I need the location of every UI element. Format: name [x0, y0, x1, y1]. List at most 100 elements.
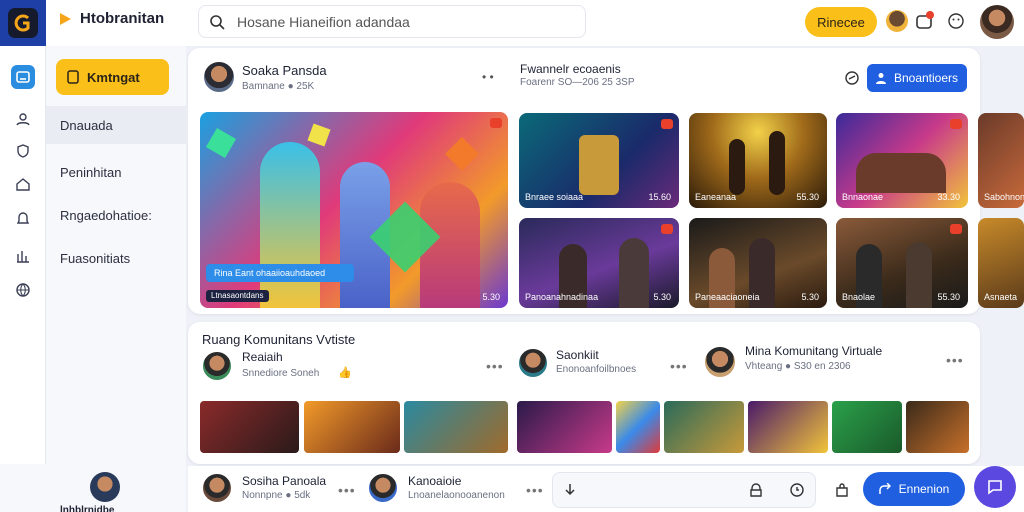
sidebar-profile-name: lnhblrnidbe	[60, 505, 115, 512]
bottom-more-1[interactable]: •••	[338, 482, 356, 498]
grid-thumb-2[interactable]: Eaneanaa 55.30	[689, 113, 827, 208]
creator-meta: Bamnane ● 25K	[242, 81, 315, 92]
bottom-user-name-2: Kanoaioie	[408, 474, 462, 488]
sidebar-item-4[interactable]: Fuasonitiats	[60, 251, 130, 266]
grid-caption-2: Eaneanaa	[695, 192, 737, 202]
search-icon	[210, 14, 225, 30]
grid-badge-7	[950, 224, 962, 234]
featured-tag: Ltnasaontdans	[206, 290, 269, 302]
strip-thumb-1[interactable]	[200, 401, 299, 453]
app-logo[interactable]	[0, 0, 46, 46]
strip-thumb-5[interactable]	[616, 401, 660, 453]
shield-icon[interactable]	[11, 139, 35, 163]
bell-icon[interactable]	[11, 206, 35, 230]
globe-icon[interactable]	[11, 278, 35, 302]
chat-fab[interactable]	[974, 466, 1016, 508]
member-avatar-3[interactable]	[703, 345, 737, 379]
grid-caption-5: Panoanahnadinaa	[525, 292, 599, 302]
bottom-user-meta-2: Lnoanelaonooanenon	[408, 490, 505, 501]
bottom-cta-button[interactable]: Ennenion	[863, 472, 965, 506]
grid-badge-1	[661, 119, 673, 129]
member-more-3[interactable]: •••	[946, 352, 964, 368]
strip-thumb-3[interactable]	[404, 401, 508, 453]
follow-button[interactable]: Bnoantioers	[867, 64, 967, 92]
emoji-icon[interactable]	[947, 12, 965, 30]
grid-caption-7: Bnaolae	[842, 292, 876, 302]
share-icon[interactable]	[844, 70, 860, 86]
play-icon	[60, 12, 71, 25]
follow-label: Bnoantioers	[893, 71, 959, 85]
event-meta: Foarenr SO—206 25 3SP	[520, 77, 635, 88]
bottom-user-meta-1: Nonnpne ● 5dk	[242, 490, 311, 501]
sidebar-profile-avatar[interactable]	[90, 472, 120, 502]
coins-avatar[interactable]	[886, 10, 908, 32]
grid-caption-4: Sabohnonate	[984, 192, 1024, 202]
grid-thumb-8[interactable]: Asnaeta	[978, 218, 1024, 308]
member-more-2[interactable]: •••	[670, 358, 688, 374]
grid-thumb-3[interactable]: Bnnaonae 33.30	[836, 113, 968, 208]
bag-icon[interactable]	[834, 482, 850, 498]
grid-thumb-4[interactable]: Sabohnonate	[978, 113, 1024, 208]
strip-thumb-4[interactable]	[517, 401, 612, 453]
notification-icon[interactable]	[915, 11, 935, 31]
sidebar-item-2[interactable]: Peninhitan	[60, 165, 121, 180]
member-name-1: Reaiaih	[242, 350, 283, 364]
grid-caption-1: Bnraee soiaaa	[525, 192, 584, 202]
grid-thumb-1[interactable]: Bnraee soiaaa 15.60	[519, 113, 679, 208]
grid-thumb-5[interactable]: Panoanahnadinaa 5.30	[519, 218, 679, 308]
member-meta-3: Vhteang ● S30 en 2306	[745, 361, 851, 372]
bottom-user-avatar-1[interactable]	[201, 472, 233, 504]
strip-thumb-2[interactable]	[304, 401, 400, 453]
primary-nav-label: Kmtngat	[87, 69, 140, 85]
strip-thumb-6[interactable]	[664, 401, 744, 453]
top-action-button[interactable]: Rinecee	[805, 7, 877, 37]
lock-icon[interactable]	[748, 482, 764, 498]
grid-price-5: 5.30	[653, 292, 671, 302]
user-icon	[875, 73, 886, 84]
grid-price-7: 55.30	[937, 292, 960, 302]
grid-price-3: 33.30	[937, 192, 960, 202]
user-avatar[interactable]	[980, 5, 1014, 39]
creator-name: Soaka Pansda	[242, 63, 327, 78]
like-icon[interactable]: 👍	[338, 366, 352, 379]
featured-thumbnail[interactable]: Rina Eant ohaaiioauhdaoed Ltnasaontdans …	[200, 112, 508, 308]
bottom-more-2[interactable]: •••	[526, 482, 544, 498]
logo-icon	[8, 8, 38, 38]
member-more-1[interactable]: •••	[486, 358, 504, 374]
grid-caption-3: Bnnaonae	[842, 192, 884, 202]
home-icon[interactable]	[11, 172, 35, 196]
download-icon[interactable]	[562, 482, 578, 498]
creator-avatar[interactable]	[202, 60, 236, 94]
strip-thumb-9[interactable]	[906, 401, 969, 453]
strip-thumb-8[interactable]	[832, 401, 902, 453]
search-bar[interactable]	[198, 5, 586, 38]
message-input[interactable]	[552, 472, 816, 508]
share-arrow-icon	[878, 483, 891, 494]
event-title: Fwannelr ecoaenis	[520, 62, 621, 76]
grid-thumb-6[interactable]: Paneaaciaoneia 5.30	[689, 218, 827, 308]
sidebar-item-1[interactable]: Dnauada	[60, 118, 113, 133]
member-name-3: Mina Komunitang Virtuale	[745, 344, 883, 358]
grid-price-6: 5.30	[801, 292, 819, 302]
grid-price-2: 55.30	[796, 192, 819, 202]
member-avatar-2[interactable]	[517, 347, 549, 379]
bottom-user-name-1: Sosiha Panoala	[242, 474, 327, 488]
grid-thumb-7[interactable]: Bnaolae 55.30	[836, 218, 968, 308]
clock-icon[interactable]	[789, 482, 805, 498]
chart-icon[interactable]	[11, 244, 35, 268]
strip-thumb-7[interactable]	[748, 401, 828, 453]
bottom-user-avatar-2[interactable]	[367, 472, 399, 504]
member-avatar-1[interactable]	[201, 350, 233, 382]
dashboard-icon[interactable]	[11, 65, 35, 89]
featured-live-badge	[490, 118, 502, 128]
featured-price: 5.30	[482, 292, 500, 302]
search-input[interactable]	[237, 13, 557, 30]
grid-caption-8: Asnaeta	[984, 292, 1018, 302]
grid-badge-3	[950, 119, 962, 129]
sidebar-item-3[interactable]: Rngaedohatioe:	[60, 208, 152, 223]
brand: Htobranitan	[58, 10, 164, 27]
users-icon[interactable]	[11, 107, 35, 131]
primary-nav-button[interactable]: Kmtngat	[56, 59, 169, 95]
member-meta-1: Snnediore Soneh	[242, 368, 320, 379]
more-icon[interactable]: • •	[482, 70, 494, 84]
